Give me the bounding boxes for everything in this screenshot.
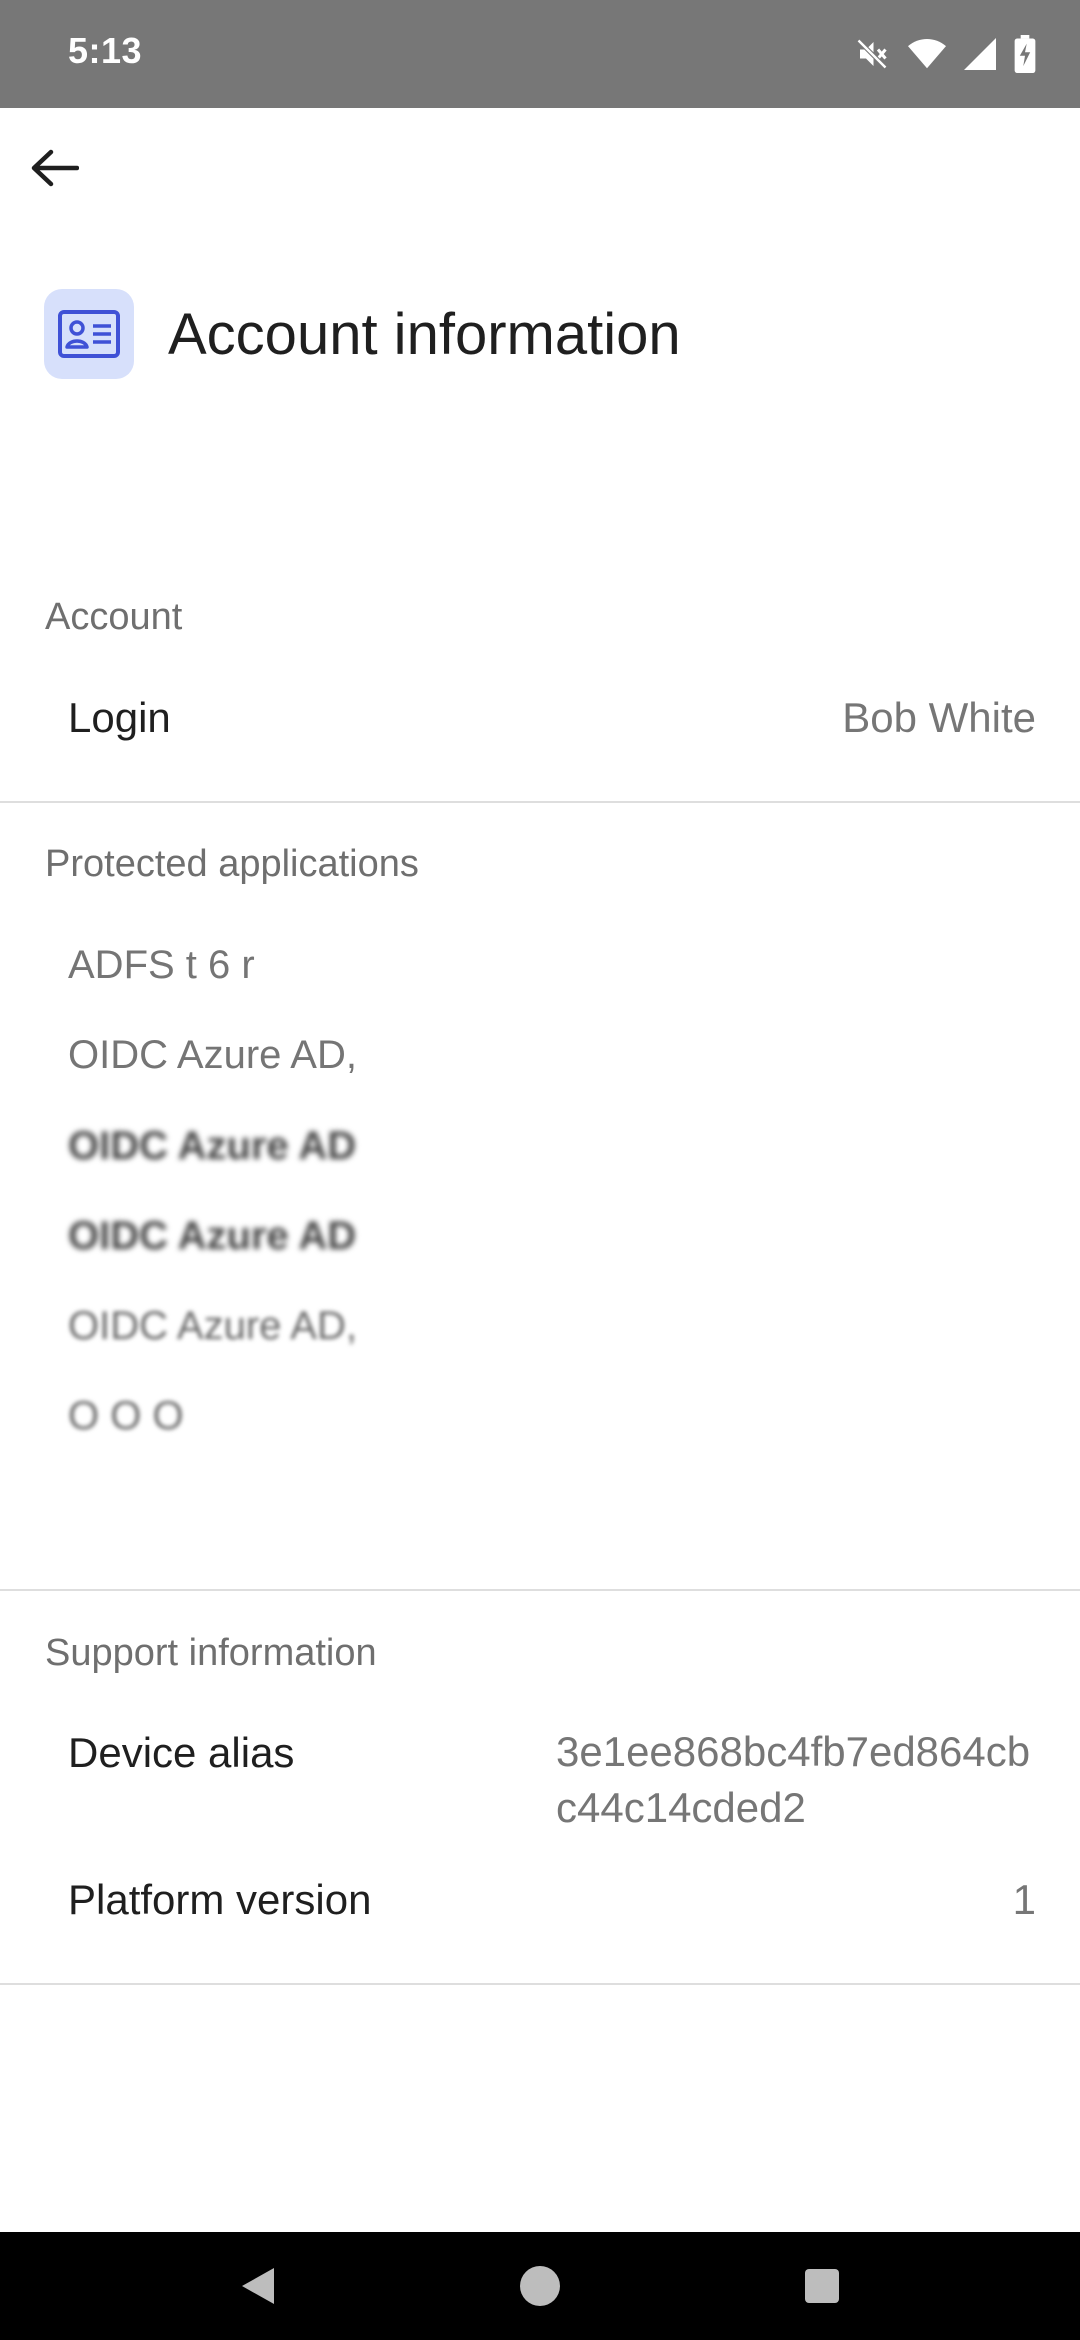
screen: 5:13 Account information Account Login B…: [0, 0, 1080, 2340]
protected-app-item: O O O: [68, 1394, 184, 1438]
divider: [0, 801, 1080, 803]
platform-version-label: Platform version: [68, 1876, 372, 1923]
login-value: Bob White: [842, 694, 1036, 741]
status-icons: [854, 34, 1036, 74]
nav-home-icon[interactable]: [504, 2250, 576, 2322]
nav-recents-icon[interactable]: [786, 2250, 858, 2322]
wifi-icon: [908, 38, 946, 70]
device-alias-label: Device alias: [68, 1729, 295, 1776]
signal-icon: [964, 38, 996, 70]
page-title: Account information: [168, 301, 681, 367]
status-bar: 5:13: [0, 0, 1080, 108]
nav-back-icon[interactable]: [222, 2250, 294, 2322]
platform-version-value: 1: [1012, 1876, 1036, 1923]
divider: [0, 1589, 1080, 1591]
section-header-protected-apps: Protected applications: [45, 843, 419, 885]
id-card-icon: [44, 289, 134, 379]
device-alias-value: 3e1ee868bc4fb7ed864cbc44c14cded2: [556, 1728, 1031, 1831]
protected-app-item: OIDC Azure AD: [68, 1124, 357, 1168]
title-row: Account information: [44, 288, 681, 380]
mute-icon: [854, 36, 890, 72]
back-button[interactable]: [22, 138, 86, 202]
login-label: Login: [68, 694, 171, 741]
system-nav-bar: [0, 2232, 1080, 2340]
status-time: 5:13: [68, 30, 143, 71]
section-header-account: Account: [45, 596, 183, 638]
divider: [0, 1983, 1080, 1985]
battery-charging-icon: [1014, 35, 1036, 73]
arrow-back-icon: [29, 148, 80, 193]
protected-app-item: OIDC Azure AD,: [68, 1033, 357, 1077]
protected-app-item: OIDC Azure AD: [68, 1214, 357, 1258]
protected-app-item: OIDC Azure AD,: [68, 1304, 357, 1348]
protected-app-item: ADFS t 6 r: [68, 943, 255, 987]
section-header-support: Support information: [45, 1632, 377, 1674]
